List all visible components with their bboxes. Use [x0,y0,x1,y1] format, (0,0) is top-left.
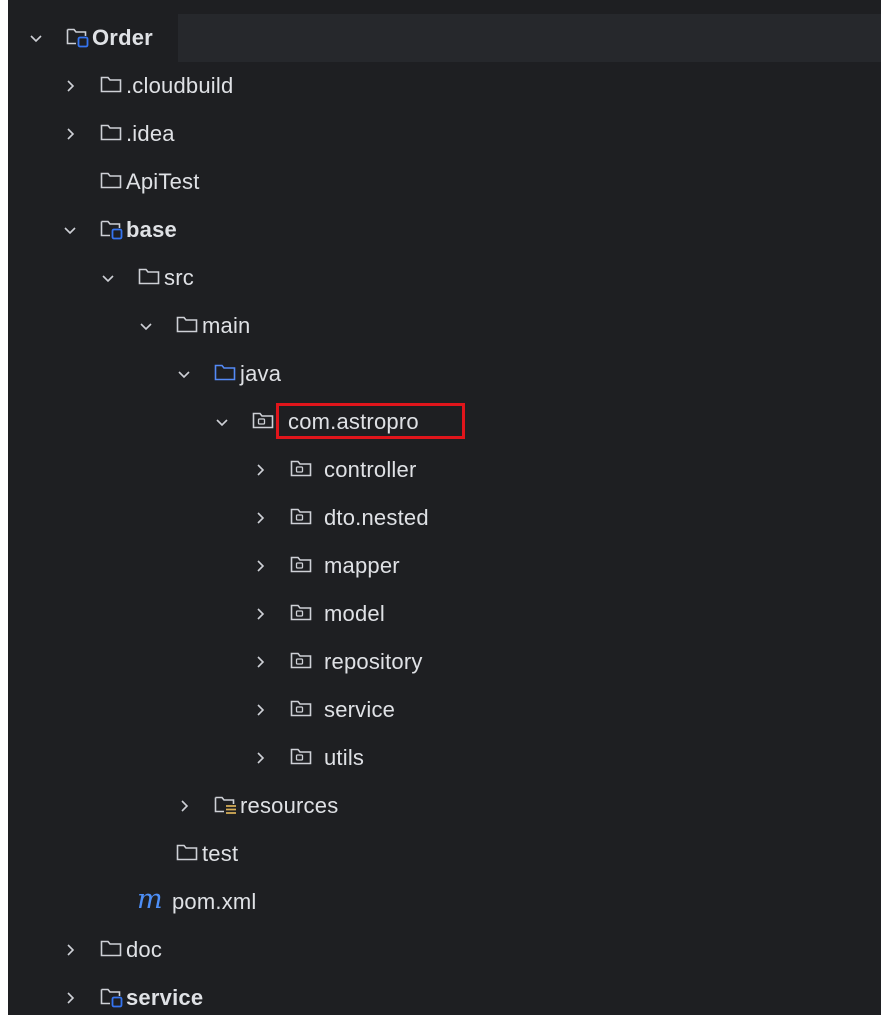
chevron-right-icon[interactable] [252,702,268,718]
chevron-right-icon[interactable] [252,750,268,766]
resources-folder-icon [214,794,238,816]
tree-node-doc[interactable]: doc [8,926,881,974]
package-icon [290,698,314,720]
tree-node-label: base [126,217,177,242]
tree-node-controller[interactable]: controller [8,446,881,494]
chevron-right-icon[interactable] [252,558,268,574]
tree-node-label: service [126,985,204,1010]
tree-node-label: test [202,841,239,866]
tree-node-repository[interactable]: repository [8,638,881,686]
chevron-down-icon[interactable] [100,270,116,286]
tree-node-resources[interactable]: resources [8,782,881,830]
chevron-right-icon[interactable] [252,654,268,670]
tree-node-label: src [164,265,194,290]
chevron-right-icon[interactable] [252,462,268,478]
tree-node-pom-xml[interactable]: m pom.xml [8,878,881,926]
chevron-down-icon[interactable] [176,366,192,382]
package-icon [290,650,314,672]
tree-node-label: .idea [126,121,175,146]
folder-icon [176,842,200,864]
tree-node-label: java [240,361,282,386]
tree-node-mapper[interactable]: mapper [8,542,881,590]
chevron-right-icon[interactable] [252,510,268,526]
package-icon [290,458,314,480]
folder-icon [176,314,200,336]
module-folder-icon [100,986,124,1008]
tree-node-label: .cloudbuild [126,73,234,98]
tree-node-base[interactable]: base [8,206,881,254]
tree-node-src[interactable]: src [8,254,881,302]
chevron-right-icon[interactable] [62,990,78,1006]
tree-node-java[interactable]: java [8,350,881,398]
folder-icon [100,74,124,96]
tree-node-label: dto.nested [324,505,429,530]
tree-node-label: doc [126,937,163,962]
tree-node-label: mapper [324,553,400,578]
chevron-right-icon[interactable] [252,606,268,622]
tree-node-label: utils [324,745,365,770]
maven-icon: m [136,886,166,914]
chevron-down-icon[interactable] [214,414,230,430]
package-icon [290,554,314,576]
tree-node-model[interactable]: model [8,590,881,638]
folder-icon [138,266,162,288]
package-icon [252,410,276,432]
tree-node-main[interactable]: main [8,302,881,350]
tree-node-utils[interactable]: utils [8,734,881,782]
tree-node-cloudbuild[interactable]: .cloudbuild [8,62,881,110]
folder-icon [100,938,124,960]
chevron-down-icon[interactable] [28,30,44,46]
tree-node-label: resources [240,793,339,818]
folder-icon [100,170,124,192]
tree-node-label: repository [324,649,423,674]
module-folder-icon [66,26,90,48]
tree-node-label: model [324,601,385,626]
tree-node-dto-nested[interactable]: dto.nested [8,494,881,542]
selection-highlight [178,14,881,62]
highlight-box [276,403,465,439]
chevron-right-icon[interactable] [62,78,78,94]
package-icon [290,746,314,768]
chevron-down-icon[interactable] [138,318,154,334]
tree-node-label: main [202,313,251,338]
svg-text:m: m [137,886,163,914]
tree-node-label: Order [92,25,153,50]
package-icon [290,506,314,528]
tree-node-label: pom.xml [172,889,257,914]
tree-node-label: ApiTest [126,169,200,194]
tree-node-test[interactable]: test [8,830,881,878]
tree-node-order[interactable]: Order [8,14,881,62]
source-root-folder-icon [214,362,238,384]
tree-node-service-module[interactable]: service [8,974,881,1015]
tree-node-label: service [324,697,396,722]
module-folder-icon [100,218,124,240]
project-tool-window: Order .cloudbuild .idea ApiTest base src… [8,0,881,1015]
chevron-right-icon[interactable] [62,126,78,142]
tree-node-apitest[interactable]: ApiTest [8,158,881,206]
chevron-right-icon[interactable] [176,798,192,814]
chevron-right-icon[interactable] [62,942,78,958]
tree-node-service-package[interactable]: service [8,686,881,734]
package-icon [290,602,314,624]
folder-icon [100,122,124,144]
chevron-down-icon[interactable] [62,222,78,238]
tree-node-idea[interactable]: .idea [8,110,881,158]
tree-node-label: controller [324,457,417,482]
